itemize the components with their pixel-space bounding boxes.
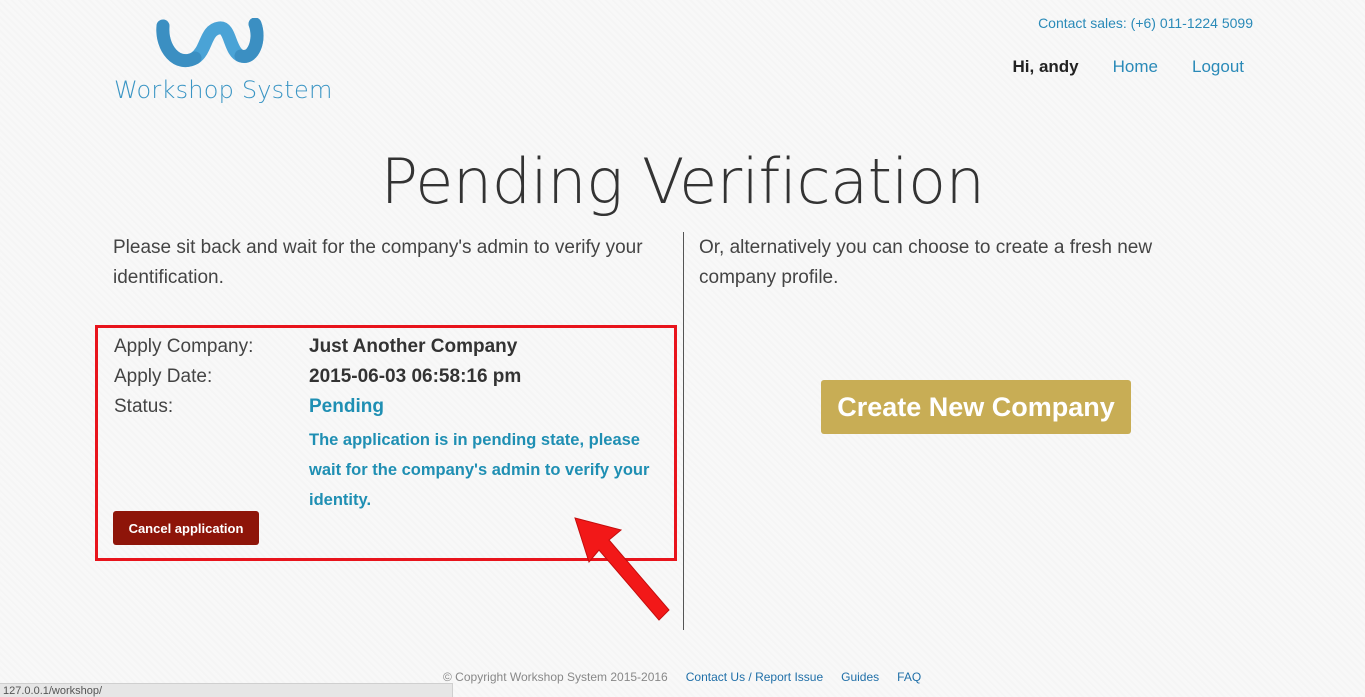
status-message: The application is in pending state, ple… bbox=[309, 431, 650, 509]
footer: © Copyright Workshop System 2015-2016 Co… bbox=[443, 670, 921, 684]
cancel-application-button[interactable]: Cancel application bbox=[113, 511, 259, 545]
page: Workshop System Contact sales: (+6) 011-… bbox=[0, 0, 1365, 697]
logo-icon bbox=[156, 18, 264, 68]
nav-logout-link[interactable]: Logout bbox=[1192, 57, 1244, 77]
intro-right-text: Or, alternatively you can choose to crea… bbox=[699, 237, 1153, 288]
contact-sales: Contact sales: (+6) 011-1224 5099 bbox=[1038, 15, 1253, 31]
create-new-company-button[interactable]: Create New Company bbox=[821, 380, 1131, 434]
status-label: Status: bbox=[114, 396, 174, 417]
top-nav: Hi, andy Home Logout bbox=[1013, 57, 1244, 77]
page-title: Pending Verification bbox=[380, 145, 985, 218]
status-value: Pending bbox=[309, 396, 384, 417]
copyright-text: © Copyright Workshop System 2015-2016 bbox=[443, 670, 668, 684]
intro-left-text: Please sit back and wait for the company… bbox=[113, 237, 643, 288]
nav-home-link[interactable]: Home bbox=[1113, 57, 1158, 77]
company-label: Apply Company: bbox=[114, 336, 254, 357]
company-value: Just Another Company bbox=[309, 336, 518, 357]
browser-status-bar: 127.0.0.1/workshop/ bbox=[0, 683, 453, 697]
column-divider bbox=[683, 232, 684, 630]
logo[interactable]: Workshop System bbox=[113, 18, 332, 108]
user-greeting: Hi, andy bbox=[1012, 57, 1079, 76]
date-value: 2015-06-03 06:58:16 pm bbox=[309, 366, 522, 387]
footer-contact-link[interactable]: Contact Us / Report Issue bbox=[686, 670, 823, 684]
date-label: Apply Date: bbox=[114, 366, 213, 387]
logo-text: Workshop System bbox=[114, 76, 333, 104]
footer-guides-link[interactable]: Guides bbox=[841, 670, 879, 684]
annotation-arrow-icon bbox=[574, 517, 670, 621]
footer-faq-link[interactable]: FAQ bbox=[897, 670, 921, 684]
